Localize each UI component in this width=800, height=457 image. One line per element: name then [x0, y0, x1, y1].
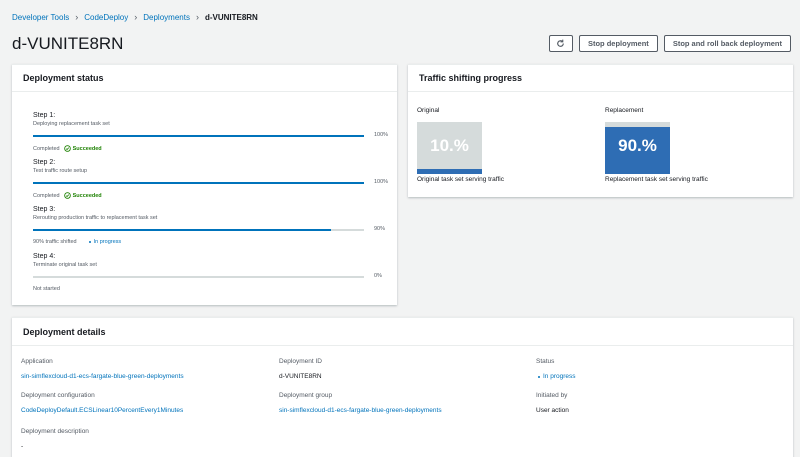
in-progress-icon [538, 375, 540, 378]
deployment-details-panel: Deployment details Application sin-simfl… [12, 317, 793, 457]
stop-and-rollback-button[interactable]: Stop and roll back deployment [663, 35, 791, 52]
progress-percent: 90% [374, 226, 386, 232]
progress-percent: 100% [374, 132, 389, 138]
step-description: Deploying replacement task set [33, 121, 110, 127]
step-description: Terminate original task set [33, 262, 97, 268]
in-progress-icon [88, 241, 91, 243]
page-title: d-VUNITE8RN [12, 34, 124, 53]
original-label: Original [417, 107, 440, 114]
step-status-text: Not started [33, 286, 60, 292]
step-title: Step 4: [33, 253, 56, 260]
progress-bar [33, 182, 364, 184]
step-status-text: 90% traffic shifted [33, 239, 77, 245]
step-1: Step 1: Deploying replacement task set 1… [33, 112, 397, 159]
breadcrumb-current: d-VUNITE8RN [204, 12, 258, 22]
original-caption: Original task set serving traffic [417, 176, 504, 183]
deployment-group-field: Deployment group sin-simflexcloud-d1-ecs… [279, 392, 442, 414]
step-description: Test traffic route setup [33, 168, 88, 174]
in-progress-badge: In progress [88, 239, 122, 245]
deployment-status-header: Deployment status [12, 65, 397, 92]
step-3: Step 3: Rerouting production traffic to … [33, 206, 397, 253]
refresh-button[interactable] [548, 35, 573, 52]
progress-bar [33, 135, 364, 137]
step-status: Completed Succeeded [33, 145, 102, 152]
deployment-status-panel: Deployment status Step 1: Deploying repl… [12, 64, 397, 305]
progress-percent: 100% [374, 179, 389, 185]
step-status-text: Completed [33, 145, 60, 152]
step-title: Step 2: [33, 159, 56, 166]
application-field: Application sin-simflexcloud-d1-ecs-farg… [21, 358, 184, 380]
application-link[interactable]: sin-simflexcloud-d1-ecs-fargate-blue-gre… [21, 373, 184, 380]
chevron-right-icon: › [75, 12, 79, 22]
progress-bar [33, 276, 364, 278]
step-4: Step 4: Terminate original task set 0% N… [33, 253, 397, 300]
breadcrumb-developer-tools[interactable]: Developer Tools [12, 13, 69, 22]
initiated-by-field: Initiated by User action [536, 392, 569, 414]
traffic-body: Original 10.% Original task set serving … [408, 92, 793, 197]
step-status: Completed Succeeded [33, 192, 102, 199]
status-label: Status [536, 358, 555, 365]
initiated-by-label: Initiated by [536, 392, 568, 399]
progress-fill [33, 182, 364, 184]
deployment-id-field: Deployment ID d-VUNITE8RN [279, 358, 322, 380]
original-traffic-value: 10.% [430, 136, 469, 155]
step-title: Step 1: [33, 112, 56, 119]
check-circle-icon [63, 145, 71, 152]
deployment-configuration-label: Deployment configuration [21, 392, 95, 399]
breadcrumb-codedeploy[interactable]: CodeDeploy [84, 13, 128, 22]
deployment-group-label: Deployment group [279, 392, 333, 399]
application-label: Application [21, 358, 53, 365]
chevron-right-icon: › [134, 12, 138, 22]
deployment-description-label: Deployment description [21, 428, 89, 435]
step-2: Step 2: Test traffic route setup 100% Co… [33, 159, 397, 206]
deployment-description-value: - [21, 443, 24, 450]
header-actions: Stop deployment Stop and roll back deplo… [548, 35, 791, 52]
step-status-text: Completed [33, 192, 60, 199]
original-traffic-box: 10.% [417, 122, 482, 174]
status-field: Status In progress [536, 358, 576, 380]
steps-list: Step 1: Deploying replacement task set 1… [12, 92, 397, 300]
replacement-traffic-box: 90.% [605, 122, 670, 174]
progress-bar [33, 229, 364, 231]
in-progress-text: In progress [93, 239, 122, 245]
replacement-label: Replacement [605, 107, 644, 114]
step-status: 90% traffic shifted In progress [33, 239, 121, 245]
chevron-right-icon: › [195, 12, 199, 22]
deployment-details-header: Deployment details [12, 318, 793, 346]
progress-fill [33, 229, 331, 231]
step-title: Step 3: [33, 206, 56, 213]
step-description: Rerouting production traffic to replacem… [33, 215, 158, 221]
deployment-id-label: Deployment ID [279, 358, 322, 365]
replacement-traffic-value: 90.% [618, 136, 657, 155]
succeeded-text: Succeeded [72, 145, 102, 152]
succeeded-text: Succeeded [72, 192, 102, 199]
deployment-group-link[interactable]: sin-simflexcloud-d1-ecs-fargate-blue-gre… [279, 407, 442, 414]
refresh-icon [557, 39, 565, 47]
stop-deployment-button[interactable]: Stop deployment [578, 35, 658, 52]
traffic-shifting-panel: Traffic shifting progress Original 10.% … [408, 64, 793, 197]
progress-fill [33, 135, 364, 137]
deployment-description-field: Deployment description - [21, 428, 89, 450]
initiated-by-value: User action [536, 407, 569, 414]
deployment-id-value: d-VUNITE8RN [279, 373, 322, 380]
succeeded-badge: Succeeded [63, 145, 102, 152]
breadcrumb-deployments[interactable]: Deployments [143, 13, 190, 22]
breadcrumb: Developer Tools › CodeDeploy › Deploymen… [12, 12, 258, 22]
step-status: Not started [33, 286, 60, 292]
replacement-caption: Replacement task set serving traffic [605, 176, 708, 183]
succeeded-badge: Succeeded [63, 192, 102, 199]
progress-percent: 0% [374, 273, 382, 279]
check-circle-icon [63, 192, 71, 199]
status-text: In progress [543, 373, 576, 380]
traffic-shifting-header: Traffic shifting progress [408, 65, 793, 92]
deployment-configuration-field: Deployment configuration CodeDeployDefau… [21, 392, 183, 414]
original-traffic-fill [417, 168, 482, 174]
deployment-configuration-link[interactable]: CodeDeployDefault.ECSLinear10PercentEver… [21, 407, 183, 414]
status-value: In progress [536, 373, 576, 380]
